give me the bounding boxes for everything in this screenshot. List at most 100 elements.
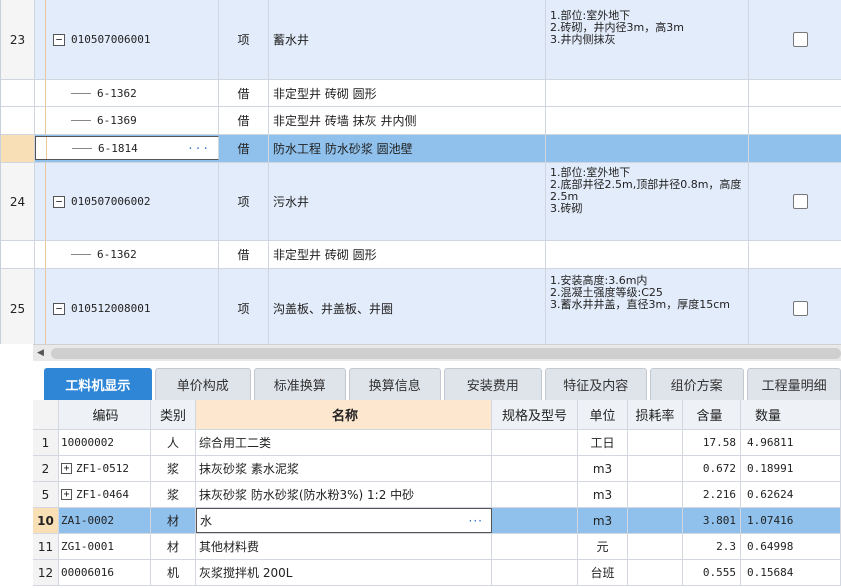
tree-branch xyxy=(71,92,91,94)
tab-install-fee[interactable]: 安装费用 xyxy=(443,368,542,400)
item-code: 6-1362 xyxy=(97,248,137,261)
item-code-cell[interactable]: 6-1369 xyxy=(35,107,219,134)
material-name-editor[interactable]: 水 ··· xyxy=(196,508,492,533)
row-index: 10 xyxy=(33,508,59,533)
checkbox-cell[interactable] xyxy=(749,269,841,344)
table-row[interactable]: 6-1369 借 非定型井 砖墙 抹灰 井内侧 xyxy=(1,107,841,135)
header-content[interactable]: 含量 xyxy=(683,400,741,429)
header-category[interactable]: 类别 xyxy=(151,400,196,429)
collapse-icon[interactable]: − xyxy=(53,33,65,46)
table-row-selected[interactable]: 6-1814 ··· 借 防水工程 防水砂浆 圆池壁 xyxy=(1,135,841,163)
material-category: 浆 xyxy=(151,456,196,481)
checkbox-cell[interactable] xyxy=(749,163,841,240)
item-code-cell[interactable]: 6-1362 xyxy=(35,241,219,268)
table-row[interactable]: 12 00006016 机 灰浆搅拌机 200L 台班 0.555 0.1568… xyxy=(33,560,841,586)
header-name[interactable]: 名称 xyxy=(196,400,492,429)
row-index: 11 xyxy=(33,534,59,559)
row-index: 5 xyxy=(33,482,59,507)
row-checkbox[interactable] xyxy=(793,301,808,316)
material-unit: 元 xyxy=(578,534,628,559)
material-name[interactable]: 抹灰砂浆 素水泥浆 xyxy=(196,456,492,481)
collapse-icon[interactable]: − xyxy=(53,302,65,315)
item-code-cell[interactable]: 6-1362 xyxy=(35,80,219,106)
item-name[interactable]: 蓄水井 xyxy=(269,0,546,79)
material-unit: m3 xyxy=(578,508,628,533)
more-icon[interactable]: ··· xyxy=(187,142,210,155)
item-code-cell[interactable]: − 010512008001 xyxy=(35,269,219,344)
material-code[interactable]: 10000002 xyxy=(59,430,151,455)
tab-materials[interactable]: 工料机显示 xyxy=(44,368,152,400)
item-name[interactable]: 污水井 xyxy=(269,163,546,240)
table-row[interactable]: 11 ZG1-0001 材 其他材料费 元 2.3 0.64998 xyxy=(33,534,841,560)
bill-items-grid: 23 − 010507006001 项 蓄水井 1.部位:室外地下 2.砖砌，井… xyxy=(0,0,841,344)
material-content[interactable]: 2.216 xyxy=(683,482,741,507)
tab-conversion-info[interactable]: 换算信息 xyxy=(348,368,441,400)
table-row[interactable]: 23 − 010507006001 项 蓄水井 1.部位:室外地下 2.砖砌，井… xyxy=(1,0,841,80)
scroll-left-icon[interactable]: ◀ xyxy=(37,348,44,358)
item-features[interactable]: 1.部位:室外地下 2.砖砌，井内径3m，高3m 3.井内侧抹灰 xyxy=(546,0,749,79)
material-code[interactable]: 00006016 xyxy=(59,560,151,585)
expand-icon[interactable]: + xyxy=(61,463,72,474)
tree-branch xyxy=(71,254,91,255)
tab-unit-price[interactable]: 单价构成 xyxy=(154,368,251,400)
material-name[interactable]: 其他材料费 xyxy=(196,534,492,559)
tab-pricing-scheme[interactable]: 组价方案 xyxy=(649,368,744,400)
item-code-editor[interactable]: 6-1814 ··· xyxy=(35,136,219,160)
horizontal-scrollbar[interactable]: ◀ xyxy=(33,344,841,361)
item-type: 项 xyxy=(219,0,269,79)
row-checkbox[interactable] xyxy=(793,194,808,209)
tab-features[interactable]: 特征及内容 xyxy=(544,368,647,400)
item-features[interactable]: 1.部位:室外地下 2.底部井径2.5m,顶部井径0.8m，高度2.5m 3.砖… xyxy=(546,163,749,240)
tab-quantity-detail[interactable]: 工程量明细 xyxy=(746,368,841,400)
material-name[interactable]: 综合用工二类 xyxy=(196,430,492,455)
table-row[interactable]: 24 − 010507006002 项 污水井 1.部位:室外地下 2.底部井径… xyxy=(1,163,841,241)
table-row[interactable]: 2 + ZF1-0512 浆 抹灰砂浆 素水泥浆 m3 0.672 0.1899… xyxy=(33,456,841,482)
tab-standard-conversion[interactable]: 标准换算 xyxy=(253,368,346,400)
item-code: 6-1814 xyxy=(98,141,138,155)
material-name[interactable]: 抹灰砂浆 防水砂浆(防水粉3%) 1:2 中砂 xyxy=(196,482,492,507)
material-code[interactable]: ZG1-0001 xyxy=(59,534,151,559)
material-content[interactable]: 0.555 xyxy=(683,560,741,585)
more-icon[interactable]: ··· xyxy=(469,514,483,528)
item-name[interactable]: 非定型井 砖砌 圆形 xyxy=(269,80,546,106)
table-row[interactable]: 6-1362 借 非定型井 砖砌 圆形 xyxy=(1,241,841,269)
header-loss[interactable]: 损耗率 xyxy=(628,400,683,429)
feature-line: 3.砖砌 xyxy=(550,202,583,215)
material-content[interactable]: 0.672 xyxy=(683,456,741,481)
header-code[interactable]: 编码 xyxy=(59,400,151,429)
item-features[interactable]: 1.安装高度:3.6m内 2.混凝土强度等级:C25 3.蓄水井井盖，直径3m，… xyxy=(546,269,749,344)
material-content[interactable]: 3.801 xyxy=(683,508,741,533)
item-name[interactable]: 非定型井 砖墙 抹灰 井内侧 xyxy=(269,107,546,134)
material-content[interactable]: 2.3 xyxy=(683,534,741,559)
item-code: 6-1369 xyxy=(97,114,137,127)
checkbox-cell[interactable] xyxy=(749,0,841,79)
material-category: 材 xyxy=(151,534,196,559)
table-row[interactable]: 25 − 010512008001 项 沟盖板、井盖板、井圈 1.安装高度:3.… xyxy=(1,269,841,344)
item-type: 项 xyxy=(219,163,269,240)
table-row[interactable]: 5 + ZF1-0464 浆 抹灰砂浆 防水砂浆(防水粉3%) 1:2 中砂 m… xyxy=(33,482,841,508)
row-index: 12 xyxy=(33,560,59,585)
material-code: ZF1-0464 xyxy=(76,488,129,501)
item-name[interactable]: 防水工程 防水砂浆 圆池壁 xyxy=(269,135,546,162)
table-row-selected[interactable]: 10 ZA1-0002 材 水 ··· m3 3.801 1.07416 xyxy=(33,508,841,534)
table-row[interactable]: 1 10000002 人 综合用工二类 工日 17.58 4.96811 xyxy=(33,430,841,456)
item-name[interactable]: 沟盖板、井盖板、井圈 xyxy=(269,269,546,344)
header-spec[interactable]: 规格及型号 xyxy=(492,400,578,429)
material-code-cell[interactable]: + ZF1-0464 xyxy=(59,482,151,507)
material-content[interactable]: 17.58 xyxy=(683,430,741,455)
scrollbar-thumb[interactable] xyxy=(51,348,841,359)
header-unit[interactable]: 单位 xyxy=(578,400,628,429)
expand-icon[interactable]: + xyxy=(61,489,72,500)
row-checkbox[interactable] xyxy=(793,32,808,47)
material-name[interactable]: 灰浆搅拌机 200L xyxy=(196,560,492,585)
row-index: 23 xyxy=(1,0,35,79)
collapse-icon[interactable]: − xyxy=(53,195,65,208)
material-code[interactable]: ZA1-0002 xyxy=(59,508,151,533)
item-name[interactable]: 非定型井 砖砌 圆形 xyxy=(269,241,546,268)
item-code-cell[interactable]: − 010507006001 xyxy=(35,0,219,79)
table-row[interactable]: 6-1362 借 非定型井 砖砌 圆形 xyxy=(1,80,841,107)
material-code-cell[interactable]: + ZF1-0512 xyxy=(59,456,151,481)
item-code-cell[interactable]: − 010507006002 xyxy=(35,163,219,240)
header-quantity[interactable]: 数量 xyxy=(741,400,841,429)
tree-branch xyxy=(72,147,92,149)
